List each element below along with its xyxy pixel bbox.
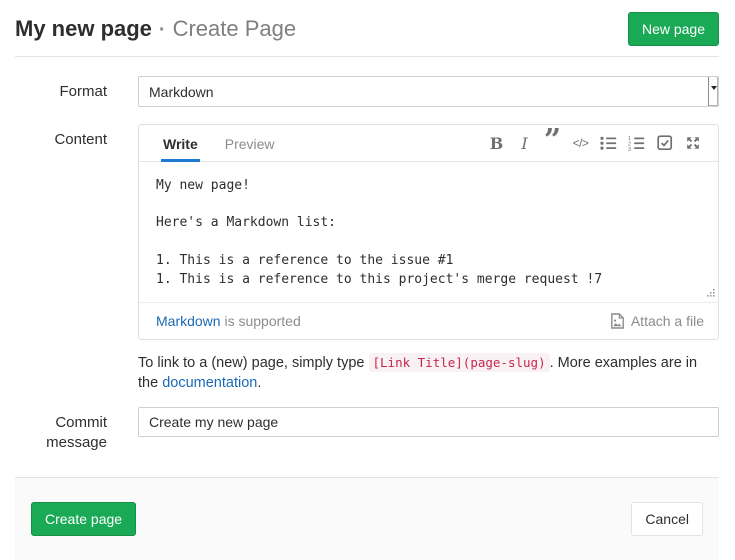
textarea-resize-grip[interactable] (706, 284, 715, 300)
supported-text: is supported (224, 313, 300, 329)
task-list-icon[interactable] (653, 132, 676, 154)
cancel-button[interactable]: Cancel (631, 502, 703, 536)
markdown-supported-note: Markdown is supported (156, 313, 301, 329)
header-divider (15, 56, 719, 57)
svg-text:3: 3 (628, 147, 631, 151)
page-header: My new page · Create Page New page (0, 0, 735, 45)
editor-header: Write Preview B I ” </> (139, 125, 718, 162)
attach-file-label: Attach a file (631, 313, 704, 329)
create-page-button[interactable]: Create page (31, 502, 136, 536)
format-row: Format Markdown (0, 76, 735, 107)
blockquote-icon[interactable]: ” (541, 132, 564, 154)
title-separator: · (159, 19, 166, 42)
commit-message-input[interactable] (138, 407, 719, 437)
commit-row: Commit message (0, 407, 735, 453)
editor-toolbar: B I ” </> 1 (485, 125, 704, 161)
breadcrumb: My new page · Create Page (15, 16, 296, 42)
documentation-link[interactable]: documentation (162, 375, 257, 391)
bold-icon[interactable]: B (485, 132, 508, 154)
editor-tabs: Write Preview (161, 125, 277, 161)
ordered-list-icon[interactable]: 1 2 3 (625, 132, 648, 154)
page-subtitle: Create Page (173, 16, 297, 42)
code-icon[interactable]: </> (569, 132, 592, 154)
attach-file-icon (610, 313, 625, 329)
tab-preview[interactable]: Preview (223, 125, 277, 162)
content-row: Content Write Preview B I ” </> (0, 124, 735, 393)
page-title: My new page (15, 16, 152, 42)
markdown-editor: Write Preview B I ” </> (138, 124, 719, 340)
format-label: Format (15, 76, 107, 107)
fullscreen-icon[interactable] (681, 132, 704, 154)
italic-icon[interactable]: I (513, 132, 536, 154)
unordered-list-icon[interactable] (597, 132, 620, 154)
tab-write[interactable]: Write (161, 125, 200, 162)
link-help-text: To link to a (new) page, simply type [Li… (138, 353, 719, 393)
attach-file-button[interactable]: Attach a file (610, 313, 704, 329)
new-page-button[interactable]: New page (628, 12, 719, 46)
link-syntax-code: [Link Title](page-slug) (369, 353, 550, 372)
format-select[interactable]: Markdown (138, 76, 719, 107)
commit-message-label: Commit message (15, 407, 107, 453)
content-textarea[interactable]: My new page! Here's a Markdown list: 1. … (139, 162, 718, 303)
editor-footer: Markdown is supported Attach a file (139, 303, 718, 339)
content-label: Content (15, 124, 107, 393)
markdown-link[interactable]: Markdown (156, 313, 221, 329)
